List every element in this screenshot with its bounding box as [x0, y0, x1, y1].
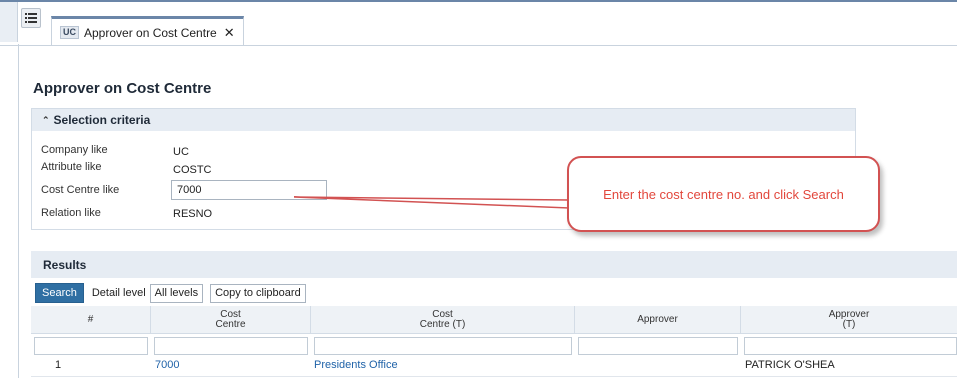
- detail-level-label: Detail level: [91, 287, 146, 299]
- search-button[interactable]: Search: [35, 283, 84, 303]
- cost-centre-input[interactable]: [171, 180, 327, 200]
- criteria-label-company: Company like: [41, 144, 108, 156]
- cell-number: 1: [55, 359, 62, 371]
- column-header-number[interactable]: #: [31, 306, 151, 334]
- column-header-label: Approver: [637, 313, 678, 325]
- column-header-label: Cost: [432, 308, 453, 320]
- column-header-label: Approver: [828, 308, 870, 320]
- criteria-label-relation: Relation like: [41, 207, 101, 219]
- close-icon[interactable]: ✕: [224, 25, 235, 41]
- chevron-up-icon[interactable]: ⌃: [42, 115, 50, 126]
- column-header-approver[interactable]: Approver: [575, 306, 741, 334]
- filter-approver-input[interactable]: [578, 337, 738, 355]
- column-header-label: (T): [842, 318, 856, 330]
- selection-criteria-title: Selection criteria: [53, 113, 151, 127]
- column-header-label: #: [87, 313, 94, 325]
- page-title: Approver on Cost Centre: [33, 80, 212, 97]
- filter-cost-centre-input[interactable]: [154, 337, 308, 355]
- filter-number-input[interactable]: [34, 337, 148, 355]
- callout-bubble: Enter the cost centre no. and click Sear…: [567, 156, 880, 232]
- criteria-label-cost-centre: Cost Centre like: [41, 184, 120, 196]
- copy-to-clipboard-button[interactable]: Copy to clipboard: [210, 283, 306, 303]
- menu-list-icon[interactable]: [21, 8, 41, 28]
- tab-bar: UC Approver on Cost Centre ✕: [0, 0, 957, 46]
- filter-cost-centre-t-input[interactable]: [314, 337, 572, 355]
- column-header-cost-centre[interactable]: Cost Centre: [151, 306, 311, 334]
- column-header-cost-centre-t[interactable]: Cost Centre (T): [311, 306, 575, 334]
- column-header-label: Centre: [215, 318, 246, 330]
- results-header: Results: [31, 251, 957, 278]
- filter-approver-t-input[interactable]: [744, 337, 957, 355]
- cell-cost-centre-link[interactable]: 7000: [155, 359, 179, 371]
- results-toolbar: Search Detail level All levels Copy to c…: [35, 283, 306, 303]
- criteria-label-attribute: Attribute like: [41, 161, 102, 173]
- criteria-value-company: UC: [173, 146, 189, 158]
- cell-approver-t: PATRICK O'SHEA: [745, 359, 835, 371]
- criteria-value-relation: RESNO: [173, 208, 213, 220]
- side-strip: [0, 2, 18, 42]
- tab-approver-on-cost-centre[interactable]: UC Approver on Cost Centre ✕: [51, 16, 244, 46]
- column-header-approver-t[interactable]: Approver (T): [741, 306, 957, 334]
- cell-approver-blank: [612, 355, 652, 378]
- criteria-value-attribute: COSTC: [173, 164, 212, 176]
- tab-badge: UC: [60, 26, 79, 39]
- selection-criteria-header[interactable]: ⌃ Selection criteria: [32, 109, 855, 131]
- column-header-label: Centre (T): [419, 318, 466, 330]
- all-levels-button[interactable]: All levels: [149, 283, 204, 303]
- cell-cost-centre-t-link[interactable]: Presidents Office: [314, 359, 398, 371]
- column-header-label: Cost: [220, 308, 241, 320]
- tab-title: Approver on Cost Centre: [84, 25, 217, 40]
- row-divider: [31, 376, 957, 377]
- callout-text: Enter the cost centre no. and click Sear…: [603, 186, 844, 202]
